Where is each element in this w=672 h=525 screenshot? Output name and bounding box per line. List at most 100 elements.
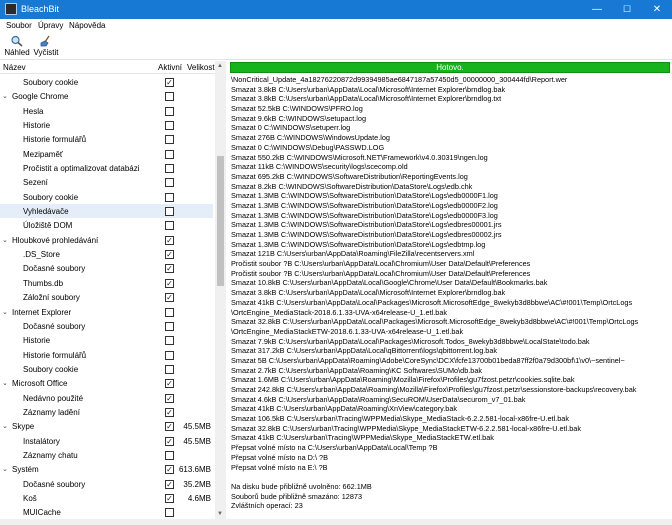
tree-group-row[interactable]: ⌄ Skype ✓ 45.5MB	[0, 419, 213, 433]
column-active[interactable]: Aktivní	[158, 63, 182, 72]
active-checkbox[interactable]: ✓	[165, 235, 174, 245]
tree-option-row[interactable]: MUICache	[0, 505, 213, 519]
tree-group-row[interactable]: ⌄ Hloubkové prohledávání ✓	[0, 233, 213, 247]
tree-group-row[interactable]: ⌄ Google Chrome	[0, 89, 213, 103]
tree-option-row[interactable]: Thumbs.db ✓	[0, 276, 213, 290]
active-checkbox[interactable]	[165, 106, 174, 116]
active-checkbox[interactable]: ✓	[165, 250, 174, 260]
tree-option-row[interactable]: Dočasné soubory ✓ 35.2MB	[0, 477, 213, 491]
tree-option-row[interactable]: Nedávno použité ✓	[0, 391, 213, 405]
active-checkbox[interactable]	[165, 149, 174, 159]
active-checkbox[interactable]: ✓	[165, 422, 174, 432]
menu-file[interactable]: Soubor	[6, 21, 32, 30]
tree-option-row[interactable]: Dočasné soubory	[0, 319, 213, 333]
tree-option-row[interactable]: Historie	[0, 333, 213, 347]
close-button[interactable]: ✕	[642, 0, 672, 19]
log-line: Smazat 11kB C:\WINDOWS\security\logs\sce…	[231, 162, 408, 172]
tree-option-row[interactable]: Sezení	[0, 175, 213, 189]
tree-option-row[interactable]: Soubory cookie	[0, 190, 213, 204]
tree-group-row[interactable]: ⌄ Internet Explorer	[0, 305, 213, 319]
active-checkbox[interactable]	[165, 164, 174, 174]
tree-option-row[interactable]: .DS_Store ✓	[0, 247, 213, 261]
tree-option-row[interactable]: Soubory cookie ✓	[0, 75, 213, 89]
active-checkbox[interactable]: ✓	[165, 436, 174, 446]
active-checkbox[interactable]	[165, 307, 174, 317]
menu-edit[interactable]: Úpravy	[38, 21, 63, 30]
tree-row-label: Internet Explorer	[12, 307, 72, 317]
tree-option-row[interactable]: Vyhledávače	[0, 204, 213, 219]
minimize-button[interactable]: —	[582, 0, 612, 19]
tree-option-row[interactable]: Instalátory ✓ 45.5MB	[0, 434, 213, 448]
active-checkbox[interactable]: ✓	[165, 407, 174, 417]
active-checkbox[interactable]	[165, 192, 174, 202]
active-checkbox[interactable]: ✓	[165, 278, 174, 288]
active-checkbox[interactable]	[165, 508, 174, 518]
tree-row-label: Úložiště DOM	[23, 221, 73, 231]
tree-header: Název Aktivní Velikost	[0, 61, 215, 74]
log-line: Smazat 7.9kB C:\Users\urban\AppData\Loca…	[231, 336, 590, 346]
active-checkbox[interactable]: ✓	[165, 264, 174, 274]
tree-option-row[interactable]: Soubory cookie	[0, 362, 213, 376]
log-line: Smazat 52.5kB C:\WINDOWS\PFRO.log	[231, 104, 363, 114]
expand-chevron-icon[interactable]: ⌄	[2, 308, 8, 316]
active-checkbox[interactable]	[165, 321, 174, 331]
preview-button[interactable]: Náhled	[4, 35, 30, 57]
checkmark-icon: ✓	[166, 264, 173, 274]
scroll-down-icon[interactable]: ▼	[217, 511, 223, 517]
expand-chevron-icon[interactable]: ⌄	[2, 465, 8, 473]
tree-scrollbar[interactable]: ▲ ▼	[215, 61, 226, 519]
expand-chevron-icon[interactable]: ⌄	[2, 379, 8, 387]
tree-option-row[interactable]: Záznamy ladění ✓	[0, 405, 213, 419]
expand-chevron-icon[interactable]: ⌄	[2, 92, 8, 100]
log-panel: Hotovo. \NonCritical_Update_4a1827622087…	[228, 61, 672, 519]
tree-group-row[interactable]: ⌄ Systém ✓ 613.6MB	[0, 462, 213, 476]
column-name[interactable]: Název	[3, 63, 26, 72]
active-checkbox[interactable]	[165, 450, 174, 460]
active-checkbox[interactable]: ✓	[165, 465, 174, 475]
expand-chevron-icon[interactable]: ⌄	[2, 422, 8, 430]
maximize-button[interactable]: ☐	[612, 0, 642, 19]
active-checkbox[interactable]	[165, 207, 174, 217]
active-checkbox[interactable]	[165, 121, 174, 131]
active-checkbox[interactable]	[165, 364, 174, 374]
active-checkbox[interactable]: ✓	[165, 479, 174, 489]
tree-option-row[interactable]: Mezipaměť	[0, 147, 213, 161]
tree-option-row[interactable]: Záložní soubory ✓	[0, 290, 213, 304]
expand-chevron-icon[interactable]: ⌄	[2, 236, 8, 244]
active-checkbox[interactable]: ✓	[165, 78, 174, 87]
active-checkbox[interactable]: ✓	[165, 493, 174, 503]
tree-option-row[interactable]: Historie formulářů	[0, 348, 213, 362]
tree-row-size: 35.2MB	[183, 479, 211, 489]
tree-option-row[interactable]: Pročistit a optimalizovat databázi	[0, 161, 213, 175]
tree-option-row[interactable]: Záznamy chatu	[0, 448, 213, 462]
active-checkbox[interactable]	[165, 92, 174, 102]
checkmark-icon: ✓	[166, 493, 173, 503]
log-line: Smazat 121B C:\Users\urban\AppData\Roami…	[231, 249, 475, 259]
tree-option-row[interactable]: Hesla	[0, 104, 213, 118]
log-line: \OrtcEngine_MediaStack-2018.6.1.33-UVA-x…	[231, 307, 448, 317]
scrollbar-thumb[interactable]	[217, 156, 224, 286]
active-checkbox[interactable]	[165, 135, 174, 145]
active-checkbox[interactable]: ✓	[165, 379, 174, 389]
tree-row-label: Thumbs.db	[23, 278, 64, 288]
active-checkbox[interactable]: ✓	[165, 393, 174, 403]
tree-option-row[interactable]: Historie	[0, 118, 213, 132]
scroll-up-icon[interactable]: ▲	[217, 63, 223, 69]
menu-help[interactable]: Nápověda	[69, 21, 105, 30]
active-checkbox[interactable]	[165, 350, 174, 360]
tree-row-label: Dočasné soubory	[23, 264, 86, 274]
tree-rows: Soubory cookie ✓ ⌄ Google Chrome Hesla Histor…	[0, 75, 213, 519]
tree-option-row[interactable]: Úložiště DOM	[0, 218, 213, 232]
active-checkbox[interactable]: ✓	[165, 293, 174, 303]
log-line: Smazat 242.8kB C:\Users\urban\AppData\Ro…	[231, 385, 637, 394]
tree-option-row[interactable]: Koš ✓ 4.6MB	[0, 491, 213, 505]
active-checkbox[interactable]	[165, 336, 174, 346]
tree-group-row[interactable]: ⌄ Microsoft Office ✓	[0, 376, 213, 390]
tree-option-row[interactable]: Dočasné soubory ✓	[0, 261, 213, 275]
clean-button[interactable]: Vyčistit	[33, 35, 59, 57]
tree-option-row[interactable]: Historie formulářů	[0, 132, 213, 146]
active-checkbox[interactable]	[165, 221, 174, 231]
column-size[interactable]: Velikost	[187, 63, 215, 72]
title-bar: BleachBit — ☐ ✕	[0, 0, 672, 19]
active-checkbox[interactable]	[165, 178, 174, 188]
